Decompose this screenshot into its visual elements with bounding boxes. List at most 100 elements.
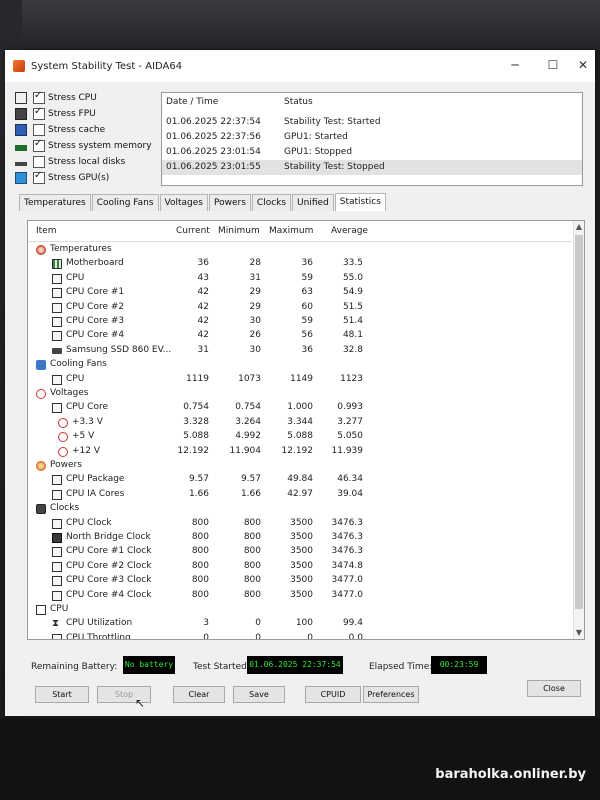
motherboard-icon <box>52 259 62 270</box>
tab-temperatures[interactable]: Temperatures <box>19 194 91 211</box>
chip-icon <box>52 317 62 327</box>
close-button[interactable]: Close <box>527 680 581 697</box>
stress-memory-checkbox[interactable] <box>33 138 45 152</box>
table-row[interactable]: CPU Core #2 Clock 800 800 3500 3474.8 <box>28 560 572 574</box>
elapsed-time-value: 00:23:59 <box>431 656 487 674</box>
header-item[interactable]: Item <box>36 226 57 236</box>
close-icon[interactable]: ✕ <box>575 58 591 72</box>
table-row[interactable]: CPU 1119 1073 1149 1123 <box>28 373 572 387</box>
log-datetime: 01.06.2025 22:37:54 <box>166 117 261 127</box>
tab-powers[interactable]: Powers <box>209 194 251 211</box>
tab-clocks[interactable]: Clocks <box>251 194 292 211</box>
header-minimum[interactable]: Minimum <box>218 226 260 236</box>
current-value: 800 <box>191 546 209 557</box>
stress-gpu-checkbox[interactable] <box>33 170 45 184</box>
table-row[interactable]: ⧗ CPU Utilization 3 0 100 99.4 <box>28 617 572 631</box>
maximize-icon[interactable]: ☐ <box>545 58 561 72</box>
current-value: 1119 <box>186 373 209 384</box>
table-row[interactable]: CPU Throttling 0 0 0 0.0 <box>28 632 572 640</box>
table-row[interactable]: CPU Package 9.57 9.57 49.84 46.34 <box>28 473 572 487</box>
table-row[interactable]: CPU Clock 800 800 3500 3476.3 <box>28 517 572 531</box>
save-button[interactable]: Save <box>233 686 285 703</box>
scroll-down-icon[interactable]: ▼ <box>574 627 584 639</box>
table-row[interactable]: North Bridge Clock 800 800 3500 3476.3 <box>28 531 572 545</box>
stress-cpu-option[interactable]: Stress CPU <box>15 90 97 106</box>
status-log-list[interactable]: Date / Time Status 01.06.2025 22:37:54 S… <box>161 92 583 186</box>
scrollbar-thumb[interactable] <box>575 235 583 609</box>
log-header-datetime[interactable]: Date / Time <box>166 97 218 107</box>
table-group-row[interactable]: Clocks <box>28 502 572 516</box>
table-row[interactable]: CPU Core #3 Clock 800 800 3500 3477.0 <box>28 574 572 588</box>
stress-disks-checkbox[interactable] <box>33 156 45 168</box>
item-label: CPU Core #3 Clock <box>66 575 152 586</box>
voltage-icon <box>58 432 68 443</box>
table-row[interactable]: +3.3 V 3.328 3.264 3.344 3.277 <box>28 416 572 430</box>
tab-statistics[interactable]: Statistics <box>334 193 386 211</box>
log-row[interactable]: 01.06.2025 23:01:54 GPU1: Stopped <box>162 145 582 160</box>
clear-button[interactable]: Clear <box>173 686 225 703</box>
start-button[interactable]: Start <box>35 686 89 703</box>
average-value: 51.5 <box>342 301 363 312</box>
log-header-status[interactable]: Status <box>284 97 313 107</box>
cpuid-button[interactable]: CPUID <box>305 686 361 703</box>
table-row[interactable]: CPU Core #2 42 29 60 51.5 <box>28 301 572 315</box>
log-row-selected[interactable]: 01.06.2025 23:01:55 Stability Test: Stop… <box>162 160 582 175</box>
current-value: 800 <box>191 560 209 571</box>
chip-icon <box>52 633 62 639</box>
stress-cache-checkbox[interactable] <box>33 124 45 136</box>
tab-unified[interactable]: Unified <box>292 194 334 211</box>
table-row[interactable]: CPU IA Cores 1.66 1.66 42.97 39.04 <box>28 488 572 502</box>
stress-gpu-option[interactable]: Stress GPU(s) <box>15 170 109 186</box>
table-group-row[interactable]: Cooling Fans <box>28 358 572 372</box>
table-group-row[interactable]: Temperatures <box>28 243 572 257</box>
table-row[interactable]: Motherboard 36 28 36 33.5 <box>28 257 572 271</box>
group-label: Temperatures <box>50 244 112 254</box>
minimum-value: 29 <box>249 287 261 298</box>
monitor-icon <box>15 172 27 184</box>
chip-icon <box>52 547 62 558</box>
header-maximum[interactable]: Maximum <box>269 226 313 236</box>
current-value: 0 <box>203 632 209 640</box>
stress-memory-option[interactable]: Stress system memory <box>15 138 152 154</box>
log-row[interactable]: 01.06.2025 22:37:54 Stability Test: Star… <box>162 115 582 130</box>
table-row[interactable]: CPU Core #1 42 29 63 54.9 <box>28 286 572 300</box>
table-row[interactable]: CPU Core #1 Clock 800 800 3500 3476.3 <box>28 545 572 559</box>
average-value: 51.4 <box>342 316 363 326</box>
table-row[interactable]: CPU Core #4 42 26 56 48.1 <box>28 329 572 343</box>
stress-fpu-option[interactable]: Stress FPU <box>15 106 96 122</box>
item-label: CPU Core #3 <box>66 316 125 326</box>
tab-cooling-fans[interactable]: Cooling Fans <box>91 194 159 211</box>
table-row[interactable]: Samsung SSD 860 EV... 31 30 36 32.8 <box>28 344 572 358</box>
table-row[interactable]: CPU Core 0.754 0.754 1.000 0.993 <box>28 401 572 415</box>
table-row[interactable]: CPU 43 31 59 55.0 <box>28 272 572 286</box>
statistics-table[interactable]: Item Current Minimum Maximum Average Tem… <box>27 220 585 640</box>
scroll-up-icon[interactable]: ▲ <box>574 221 584 233</box>
watermark-text: baraholka.onliner.by <box>435 767 586 782</box>
header-average[interactable]: Average <box>331 226 368 236</box>
tab-voltages[interactable]: Voltages <box>159 194 208 211</box>
title-bar[interactable]: System Stability Test - AIDA64 ─ ☐ ✕ <box>5 50 595 82</box>
window-title: System Stability Test - AIDA64 <box>31 60 183 72</box>
table-group-row[interactable]: CPU <box>28 603 572 617</box>
table-group-row[interactable]: Voltages <box>28 387 572 401</box>
statistics-scrollbar[interactable]: ▲ ▼ <box>573 221 584 639</box>
stress-disks-option[interactable]: Stress local disks <box>15 154 125 170</box>
table-row[interactable]: CPU Core #4 Clock 800 800 3500 3477.0 <box>28 589 572 603</box>
stress-cpu-checkbox[interactable] <box>33 90 45 104</box>
stress-fpu-checkbox[interactable] <box>33 106 45 120</box>
minimum-value: 800 <box>243 560 261 571</box>
table-group-row[interactable]: Powers <box>28 459 572 473</box>
stress-cache-option[interactable]: Stress cache <box>15 122 105 138</box>
minimum-value: 800 <box>243 546 261 557</box>
log-row[interactable]: 01.06.2025 22:37:56 GPU1: Started <box>162 130 582 145</box>
table-row[interactable]: +12 V 12.192 11.904 12.192 11.939 <box>28 445 572 459</box>
disk-drive-icon <box>15 162 27 166</box>
header-current[interactable]: Current <box>176 226 210 236</box>
table-row[interactable]: CPU Core #3 42 30 59 51.4 <box>28 315 572 329</box>
minimize-icon[interactable]: ─ <box>507 58 523 72</box>
minimum-value: 28 <box>249 258 261 269</box>
chip-icon <box>52 518 62 529</box>
button-bar: Start Stop Clear Save CPUID Preferences … <box>27 680 583 706</box>
table-row[interactable]: +5 V 5.088 4.992 5.088 5.050 <box>28 430 572 444</box>
preferences-button[interactable]: Preferences <box>363 686 419 703</box>
